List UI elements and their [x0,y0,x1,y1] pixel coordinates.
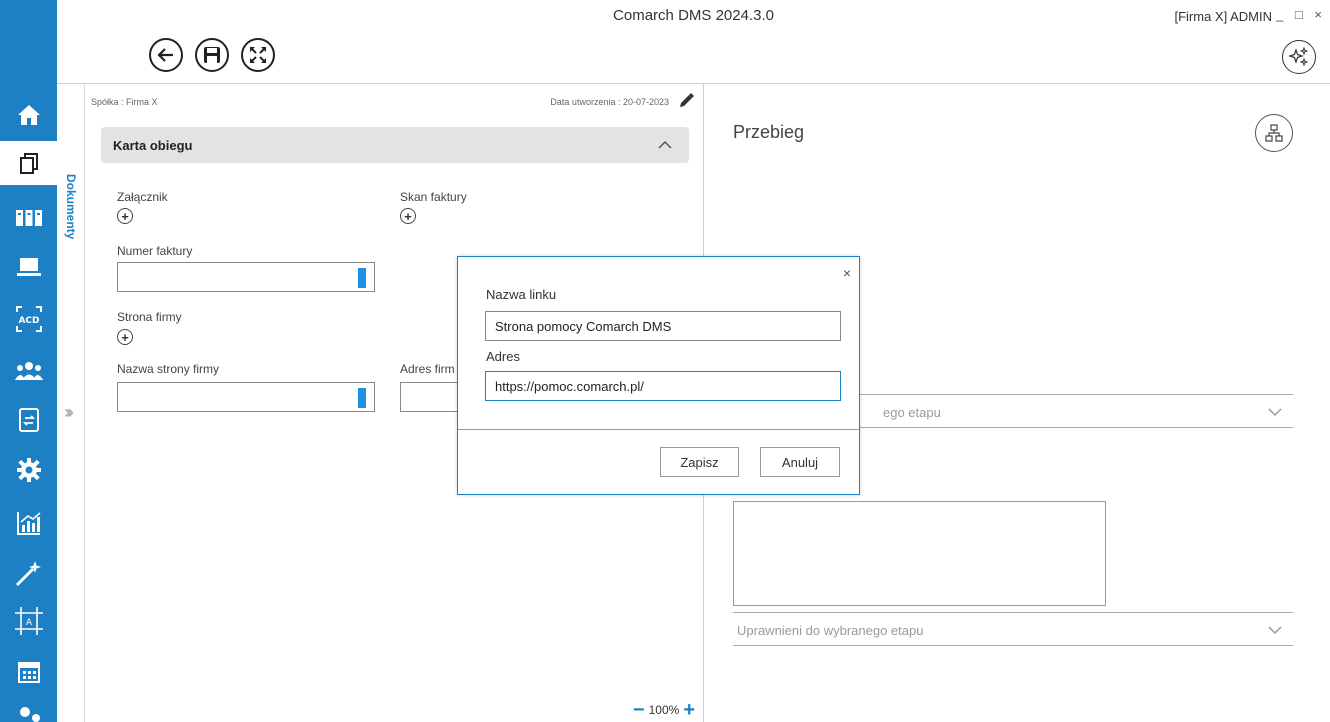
svg-text:A: A [26,618,33,628]
link-name-label: Nazwa linku [486,287,557,302]
settings-icon[interactable] [14,455,44,485]
floppy-icon [204,47,220,63]
sparkle-icon [1288,46,1309,67]
window-controls[interactable]: _ □ × [1276,7,1326,22]
vertical-tab-strip: Dokumenty [57,84,85,722]
title-bar: Comarch DMS 2024.3.0 [Firma X] ADMIN _ □… [57,0,1330,84]
address-label: Adres [486,349,520,364]
input-marker [358,388,366,408]
assistant-button[interactable] [1282,40,1316,74]
main-sidebar: ACD A [0,0,57,722]
field-label-zalacznik: Załącznik [117,190,168,204]
app-title: Comarch DMS 2024.3.0 [613,7,774,24]
workflow-diagram-button[interactable] [1255,114,1293,152]
field-label-adres-firmy: Adres firm [400,362,455,376]
calendar-icon[interactable] [14,657,44,687]
chevron-down-icon [1268,408,1282,417]
add-scan-button[interactable]: + [400,208,416,224]
documents-icon[interactable] [0,141,57,185]
link-dialog: × Nazwa linku Adres Zapisz Anuluj [457,256,860,495]
ocr-icon[interactable]: ACD [14,304,44,334]
link-name-input[interactable] [485,311,841,341]
designer-icon[interactable]: A [14,606,44,636]
authorized-dropdown[interactable]: Uprawnieni do wybranego etapu [733,612,1293,646]
edit-pencil-icon[interactable] [677,92,695,110]
repository-icon[interactable] [14,203,44,233]
cancel-button[interactable]: Anuluj [760,447,840,477]
section-header-karta-obiegu[interactable]: Karta obiegu [101,127,689,163]
add-attachment-button[interactable]: + [117,208,133,224]
fullscreen-button[interactable] [241,38,275,72]
field-label-skan-faktury: Skan faktury [400,190,467,204]
zoom-control: − 100% + [633,700,695,720]
home-icon[interactable] [14,100,44,130]
users-icon[interactable] [14,356,44,386]
section-title: Karta obiegu [113,138,193,153]
app-window: ACD A Comarch DMS 2024.3.0 [Firma X] ADM… [0,0,1330,722]
workflow-title: Przebieg [733,122,805,142]
expand-icon [250,47,266,63]
field-label-nazwa-strony-firmy: Nazwa strony firmy [117,362,220,376]
back-button[interactable] [149,38,183,72]
workstation-icon[interactable] [14,252,44,282]
expand-panel-icon[interactable]: ››› [64,402,74,423]
reports-icon[interactable] [14,508,44,538]
zoom-out-button[interactable]: − [633,700,645,720]
magic-wand-icon[interactable] [14,558,44,588]
company-address-input[interactable] [400,382,460,412]
add-link-button[interactable]: + [117,329,133,345]
chevron-up-icon[interactable] [657,137,673,153]
field-label-strona-firmy: Strona firmy [117,310,182,324]
close-icon[interactable]: × [843,265,851,281]
zoom-value: 100% [648,703,680,717]
stage-description-textarea[interactable] [733,501,1106,606]
input-marker [358,268,366,288]
save-button[interactable] [195,38,229,72]
svg-text:ACD: ACD [18,316,39,326]
zoom-in-button[interactable]: + [683,700,695,720]
company-user-label: [Firma X] ADMIN [1174,9,1272,24]
hierarchy-icon [1265,124,1283,142]
dialog-separator [458,429,859,430]
save-link-button[interactable]: Zapisz [660,447,739,477]
authorized-dropdown-text: Uprawnieni do wybranego etapu [737,623,924,638]
chevron-down-icon [1268,626,1282,635]
field-label-numer-faktury: Numer faktury [117,244,193,258]
company-label: Spółka : Firma X [91,97,158,107]
invoice-number-input[interactable] [117,262,375,292]
stage-dropdown-text: ego etapu [883,405,941,420]
website-name-input[interactable] [117,382,375,412]
address-input[interactable] [485,371,841,401]
creation-date-label: Data utworzenia : 20-07-2023 [550,97,669,107]
document-flow-icon[interactable] [14,405,44,435]
tab-dokumenty[interactable]: Dokumenty [64,174,78,239]
arrow-left-icon [157,48,173,62]
user-settings-icon[interactable] [14,700,44,722]
